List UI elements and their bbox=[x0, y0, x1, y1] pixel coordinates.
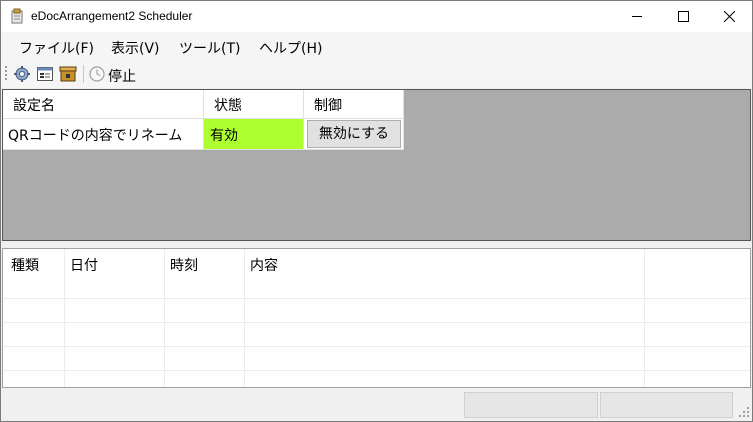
column-header-setting-name[interactable]: 設定名 bbox=[3, 90, 204, 119]
column-header-status[interactable]: 状態 bbox=[204, 90, 304, 119]
settings-grid: 設定名 状態 制御 QRコードの内容でリネーム 有効 無効にする bbox=[2, 89, 751, 241]
minimize-icon bbox=[631, 16, 642, 17]
status-panel-1 bbox=[464, 392, 598, 418]
menu-file[interactable]: ファイル(F) bbox=[19, 38, 94, 58]
maximize-button[interactable] bbox=[660, 1, 706, 32]
row-divider bbox=[3, 346, 750, 347]
menu-bar: ファイル(F) 表示(V) ツール(T) ヘルプ(H) bbox=[1, 32, 752, 60]
close-button[interactable] bbox=[706, 1, 752, 32]
stop-button-label[interactable]: 停止 bbox=[108, 66, 136, 86]
app-window: eDocArrangement2 Scheduler ファイル(F) 表示(V)… bbox=[0, 0, 753, 422]
row-divider bbox=[3, 370, 750, 371]
archive-box-icon[interactable] bbox=[59, 65, 77, 83]
setting-name-cell[interactable]: QRコードの内容でリネーム bbox=[3, 119, 204, 150]
resize-grip-icon[interactable] bbox=[738, 406, 750, 418]
column-header-content[interactable]: 内容 bbox=[250, 255, 278, 275]
title-bar[interactable]: eDocArrangement2 Scheduler bbox=[1, 1, 752, 32]
toolbar-separator bbox=[83, 65, 84, 83]
status-panel-2 bbox=[600, 392, 733, 418]
column-header-date[interactable]: 日付 bbox=[70, 255, 98, 275]
menu-help[interactable]: ヘルプ(H) bbox=[259, 38, 322, 58]
menu-view[interactable]: 表示(V) bbox=[111, 38, 160, 58]
toolbar: 停止 bbox=[1, 60, 752, 88]
status-cell[interactable]: 有効 bbox=[204, 119, 304, 150]
column-header-time[interactable]: 時刻 bbox=[170, 255, 198, 275]
settings-gear-icon[interactable] bbox=[13, 65, 31, 83]
column-header-control[interactable]: 制御 bbox=[304, 90, 404, 119]
column-divider bbox=[64, 249, 65, 387]
menu-tools[interactable]: ツール(T) bbox=[179, 38, 240, 58]
row-divider bbox=[3, 322, 750, 323]
stop-clock-icon[interactable] bbox=[88, 65, 106, 83]
app-icon bbox=[11, 8, 23, 24]
column-divider bbox=[644, 249, 645, 387]
close-icon bbox=[723, 11, 735, 22]
minimize-button[interactable] bbox=[614, 1, 660, 32]
window-title: eDocArrangement2 Scheduler bbox=[31, 9, 193, 23]
maximize-icon bbox=[677, 11, 689, 22]
log-grid: 種類 日付 時刻 内容 bbox=[2, 248, 751, 388]
column-divider bbox=[164, 249, 165, 387]
schedule-list-icon[interactable] bbox=[36, 65, 54, 83]
toolbar-grip[interactable] bbox=[5, 66, 7, 82]
disable-button[interactable]: 無効にする bbox=[307, 120, 401, 148]
row-divider bbox=[3, 298, 750, 299]
column-header-type[interactable]: 種類 bbox=[11, 255, 39, 275]
status-bar bbox=[1, 389, 752, 421]
column-divider bbox=[244, 249, 245, 387]
